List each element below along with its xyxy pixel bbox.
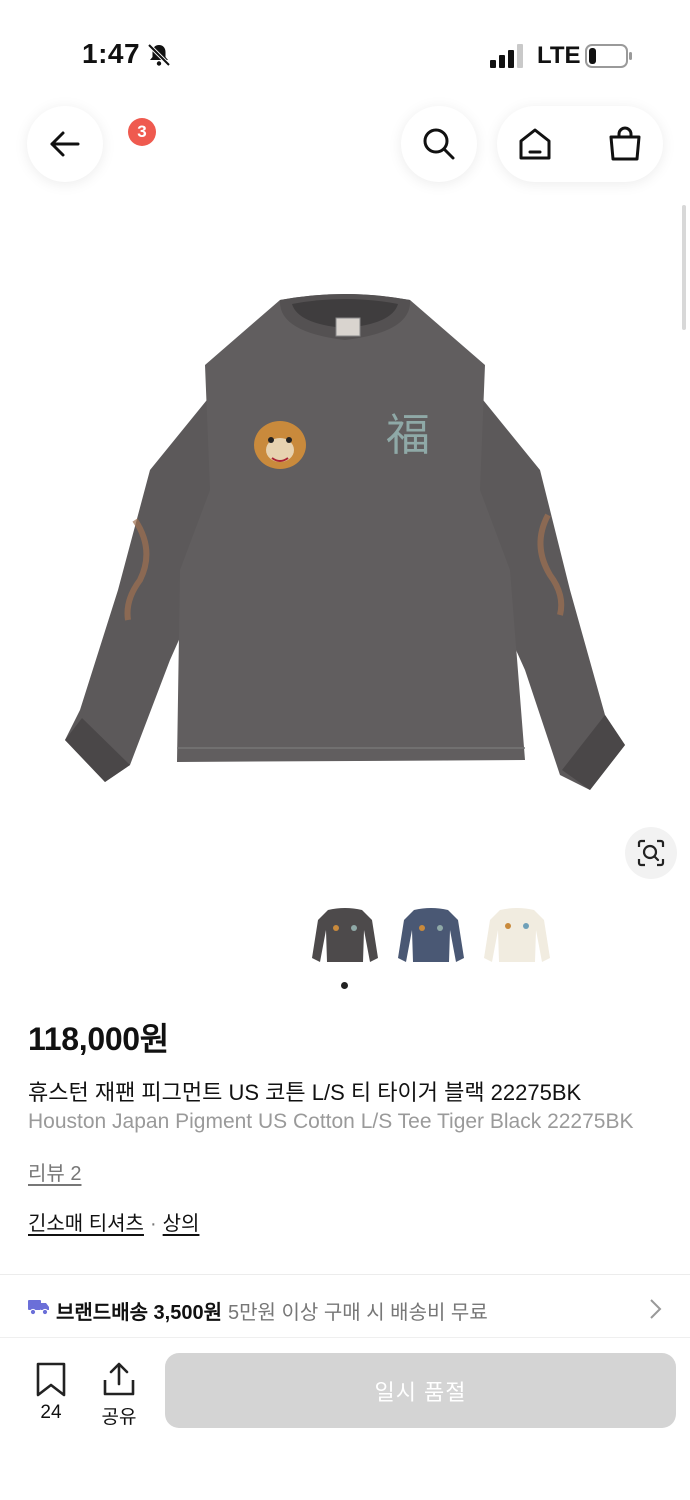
bell-slash-icon <box>147 43 171 67</box>
product-title-en: Houston Japan Pigment US Cotton L/S Tee … <box>28 1110 634 1133</box>
svg-text:福: 福 <box>386 410 430 461</box>
truck-icon <box>28 1300 49 1316</box>
soldout-button[interactable]: 일시 품절 <box>165 1353 676 1428</box>
home-icon <box>519 128 551 160</box>
search-icon <box>423 128 455 160</box>
shipping-condition: 5만원 이상 구매 시 배송비 무료 <box>228 1302 488 1324</box>
like-count: 24 <box>40 1402 62 1423</box>
home-cart-group <box>497 106 663 182</box>
thumbnail-white[interactable] <box>478 898 556 976</box>
product-title-ko: 휴스턴 재팬 피그먼트 US 코튼 L/S 티 타이거 블랙 22275BK <box>28 1080 582 1105</box>
scroll-indicator <box>682 205 686 330</box>
cart-badge: 3 <box>128 118 156 146</box>
product-price: 118,000원 <box>28 1021 169 1057</box>
search-button[interactable] <box>401 106 477 182</box>
status-bar: 1:47 LTE <box>0 0 690 110</box>
title-fade <box>630 1106 690 1138</box>
product-image[interactable]: 福 <box>40 270 650 810</box>
category-tops[interactable]: 상의 <box>163 1213 200 1235</box>
cart-button[interactable] <box>587 106 663 182</box>
signal-icon <box>490 44 523 68</box>
chevron-right-icon <box>650 1299 662 1319</box>
shipping-text: 브랜드배송 3,500원 5만원 이상 구매 시 배송비 무료 <box>56 1296 488 1325</box>
status-time: 1:47 <box>82 38 141 69</box>
cart-bag-icon <box>609 126 641 161</box>
back-button[interactable] <box>27 106 103 182</box>
visual-search-button[interactable] <box>625 827 677 879</box>
shipping-row[interactable]: 브랜드배송 3,500원 5만원 이상 구매 시 배송비 무료 <box>0 1276 690 1336</box>
network-label: LTE <box>537 42 581 69</box>
bottom-action-bar: 24 공유 일시 품절 <box>0 1337 690 1500</box>
category-breadcrumb: 긴소매 티셔츠 · 상의 <box>28 1207 199 1236</box>
category-separator: · <box>149 1213 157 1235</box>
visual-search-icon <box>637 839 665 867</box>
share-icon <box>103 1362 135 1396</box>
thumbnail-black[interactable] <box>306 898 384 976</box>
shipping-label: 브랜드배송 3,500원 <box>56 1302 223 1324</box>
battery-icon <box>585 44 632 68</box>
home-button[interactable] <box>497 106 573 182</box>
thumbnail-navy[interactable] <box>392 898 470 976</box>
share-button[interactable]: 공유 <box>90 1360 148 1428</box>
bookmark-icon <box>36 1362 66 1397</box>
divider <box>0 1274 690 1275</box>
share-label: 공유 <box>101 1407 137 1428</box>
review-link[interactable]: 리뷰 2 <box>28 1157 81 1186</box>
gallery-page-indicator <box>341 982 348 989</box>
category-long-sleeve-tee[interactable]: 긴소매 티셔츠 <box>28 1213 144 1235</box>
back-arrow-icon <box>50 131 80 157</box>
like-button[interactable]: 24 <box>22 1360 80 1428</box>
